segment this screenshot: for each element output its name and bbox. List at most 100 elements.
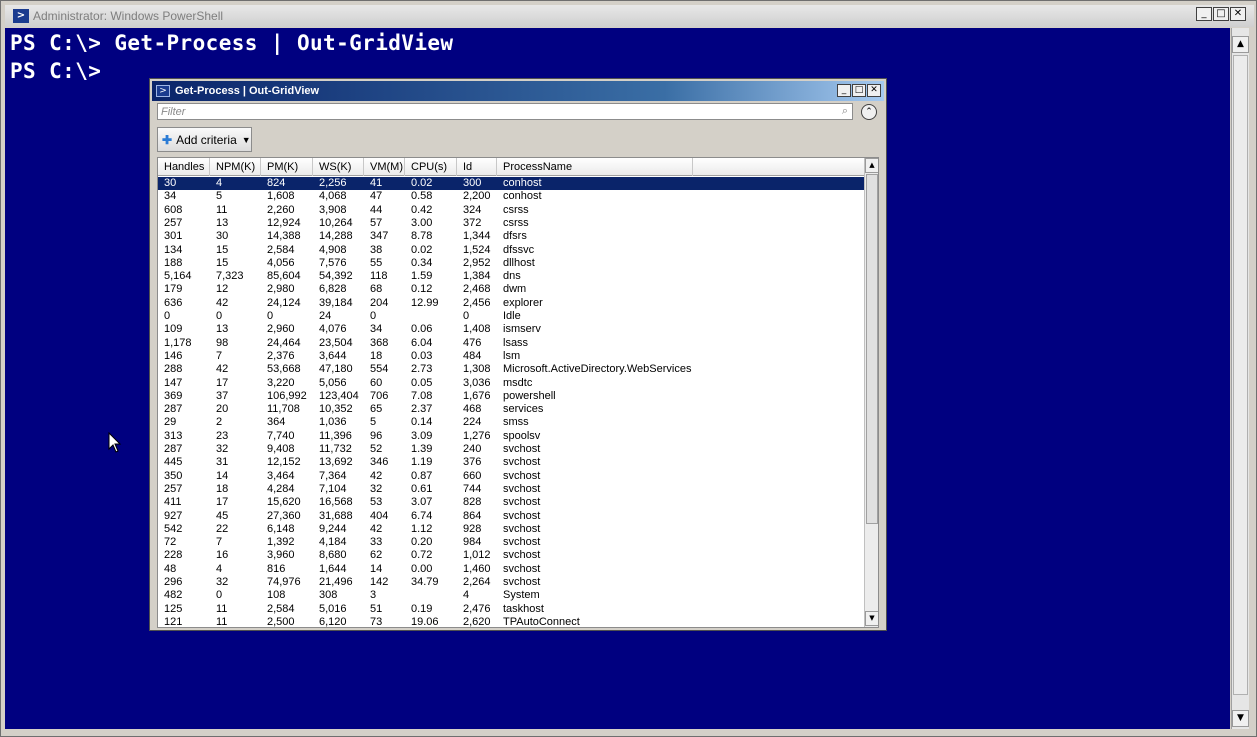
console-vertical-scrollbar[interactable]: ▲ ▼ — [1231, 28, 1249, 729]
collapse-up-icon[interactable]: ⌃ — [861, 104, 877, 120]
table-row[interactable]: 146 7 2,376 3,644 18 0.03 484 lsm — [158, 350, 864, 363]
column-header[interactable]: WS(K) — [313, 158, 364, 176]
search-icon[interactable]: ⌕ — [842, 104, 848, 118]
table-row[interactable]: 147 17 3,220 5,056 60 0.05 3,036 msdtc — [158, 377, 864, 390]
table-cell: 13,692 — [319, 456, 353, 469]
table-row[interactable]: 134 15 2,584 4,908 38 0.02 1,524 dfssvc — [158, 244, 864, 257]
table-cell: 109 — [164, 323, 183, 336]
scroll-down-icon[interactable]: ▼ — [865, 611, 878, 626]
table-cell: 11,708 — [267, 403, 300, 416]
table-row[interactable]: 257 13 12,924 10,264 57 3.00 372 csrss — [158, 217, 864, 230]
table-cell: 7.08 — [411, 389, 433, 402]
table-row[interactable]: 34 5 1,608 4,068 47 0.58 2,200 conhost — [158, 190, 864, 203]
table-cell: 364 — [267, 416, 286, 429]
table-row[interactable]: 411 17 15,620 16,568 53 3.07 828 svchost — [158, 496, 864, 509]
table-row[interactable]: 30 4 824 2,256 41 0.02 300 conhost — [158, 177, 864, 191]
table-row[interactable]: 287 32 9,408 11,732 52 1.39 240 svchost — [158, 443, 864, 456]
minimize-icon[interactable]: _ — [1196, 7, 1212, 21]
table-cell: 0.58 — [411, 190, 433, 203]
table-row[interactable]: 109 13 2,960 4,076 34 0.06 1,408 ismserv — [158, 323, 864, 336]
table-cell: 3,220 — [267, 376, 295, 389]
table-cell: 484 — [463, 349, 482, 362]
table-row[interactable]: 542 22 6,148 9,244 42 1.12 928 svchost — [158, 523, 864, 536]
table-row[interactable]: 5,164 7,323 85,604 54,392 118 1.59 1,384 dns — [158, 270, 864, 283]
table-cell: 42 — [370, 469, 383, 482]
table-row[interactable]: 608 11 2,260 3,908 44 0.42 324 csrss — [158, 204, 864, 217]
table-cell: 0 — [370, 310, 377, 322]
table-row[interactable]: 288 42 53,668 47,180 554 2.73 1,308 Microsoft.A… — [158, 363, 864, 376]
scroll-up-icon[interactable]: ▲ — [1232, 36, 1249, 53]
table-cell: 308 — [319, 589, 338, 602]
maximize-icon[interactable]: □ — [852, 84, 866, 97]
table-cell: 45 — [216, 509, 229, 522]
table-row[interactable]: 29 2 364 1,036 5 0.14 224 smss — [158, 416, 864, 429]
grid-vertical-scrollbar[interactable]: ▲ ▼ — [864, 158, 878, 627]
filter-input[interactable] — [161, 104, 821, 119]
scrollbar-thumb[interactable] — [1233, 55, 1248, 695]
column-header[interactable]: ProcessName — [497, 158, 693, 176]
powershell-titlebar[interactable]: > Administrator: Windows PowerShell _ □ … — [5, 5, 1254, 27]
table-cell: 2,256 — [319, 177, 347, 189]
table-row[interactable]: 287 20 11,708 10,352 65 2.37 468 services — [158, 403, 864, 416]
column-header[interactable]: PM(K) — [261, 158, 313, 176]
maximize-icon[interactable]: □ — [1213, 7, 1229, 21]
table-cell: 4,184 — [319, 536, 347, 549]
table-cell: 5,016 — [319, 602, 347, 615]
close-icon[interactable]: ✕ — [1230, 7, 1246, 21]
table-row[interactable]: 313 23 7,740 11,396 96 3.09 1,276 spoolsv — [158, 430, 864, 443]
table-row[interactable]: 228 16 3,960 8,680 62 0.72 1,012 svchost — [158, 549, 864, 562]
table-row[interactable]: 179 12 2,980 6,828 68 0.12 2,468 dwm — [158, 283, 864, 296]
table-cell: 125 — [164, 602, 183, 615]
table-row[interactable]: 48 4 816 1,644 14 0.00 1,460 svchost — [158, 563, 864, 576]
table-cell: 0.05 — [411, 376, 433, 389]
table-row[interactable]: 301 30 14,388 14,288 347 8.78 1,344 dfsrs — [158, 230, 864, 243]
table-cell: 1,524 — [463, 243, 491, 256]
scroll-down-icon[interactable]: ▼ — [1232, 710, 1249, 727]
close-icon[interactable]: ✕ — [867, 84, 881, 97]
table-row[interactable]: 121 11 2,500 6,120 73 19.06 2,620 TPAutoConnect — [158, 616, 864, 627]
column-header[interactable]: NPM(K) — [210, 158, 261, 176]
table-cell: 636 — [164, 296, 183, 309]
table-cell: 0.61 — [411, 482, 433, 495]
table-row[interactable]: 369 37 106,992 123,404 706 7.08 1,676 powershel… — [158, 390, 864, 403]
minimize-icon[interactable]: _ — [837, 84, 851, 97]
gridview-titlebar[interactable]: > Get-Process | Out-GridView _ □ ✕ — [152, 81, 884, 101]
table-cell: 5 — [370, 416, 377, 429]
table-cell: 15 — [216, 256, 229, 269]
table-cell: 984 — [463, 536, 482, 549]
scroll-up-icon[interactable]: ▲ — [865, 158, 878, 173]
add-criteria-button[interactable]: ✚ Add criteria ▼ — [157, 127, 252, 152]
table-row[interactable]: 445 31 12,152 13,692 346 1.19 376 svchost — [158, 456, 864, 469]
table-cell: 287 — [164, 403, 183, 416]
table-cell: services — [503, 403, 544, 416]
table-cell: 224 — [463, 416, 482, 429]
table-row[interactable]: 1,178 98 24,464 23,504 368 6.04 476 lsass — [158, 337, 864, 350]
table-cell: 2.73 — [411, 363, 433, 376]
table-cell: 1.12 — [411, 522, 433, 535]
table-cell: 2.37 — [411, 403, 433, 416]
table-cell: 98 — [216, 336, 229, 349]
column-header[interactable]: Id — [457, 158, 497, 176]
table-cell: 313 — [164, 429, 183, 442]
table-row[interactable]: 636 42 24,124 39,184 204 12.99 2,456 explorer — [158, 297, 864, 310]
table-cell: 468 — [463, 403, 482, 416]
table-row[interactable]: 350 14 3,464 7,364 42 0.87 660 svchost — [158, 470, 864, 483]
table-row[interactable]: 188 15 4,056 7,576 55 0.34 2,952 dllhost — [158, 257, 864, 270]
table-row[interactable]: 482 0 108 308 3 4 System — [158, 589, 864, 602]
table-cell: 350 — [164, 469, 183, 482]
table-cell: 39,184 — [319, 296, 353, 309]
table-row[interactable]: 927 45 27,360 31,688 404 6.74 864 svchost — [158, 510, 864, 523]
table-row[interactable]: 125 11 2,584 5,016 51 0.19 2,476 taskhost — [158, 603, 864, 616]
column-header[interactable]: VM(M) — [364, 158, 405, 176]
table-row[interactable]: 72 7 1,392 4,184 33 0.20 984 svchost — [158, 536, 864, 549]
table-row[interactable]: 257 18 4,284 7,104 32 0.61 744 svchost — [158, 483, 864, 496]
scrollbar-thumb[interactable] — [866, 174, 878, 524]
table-row[interactable]: 296 32 74,976 21,496 142 34.79 2,264 svchost — [158, 576, 864, 589]
column-header[interactable]: Handles — [158, 158, 210, 176]
table-cell: 4 — [463, 589, 470, 602]
gridview-caption-buttons: _ □ ✕ — [837, 84, 881, 97]
column-header[interactable]: CPU(s) — [405, 158, 457, 176]
table-row[interactable]: 0 0 0 24 0 0 Idle — [158, 310, 864, 323]
table-cell: 4,076 — [319, 323, 347, 336]
table-cell: 5 — [216, 190, 223, 203]
